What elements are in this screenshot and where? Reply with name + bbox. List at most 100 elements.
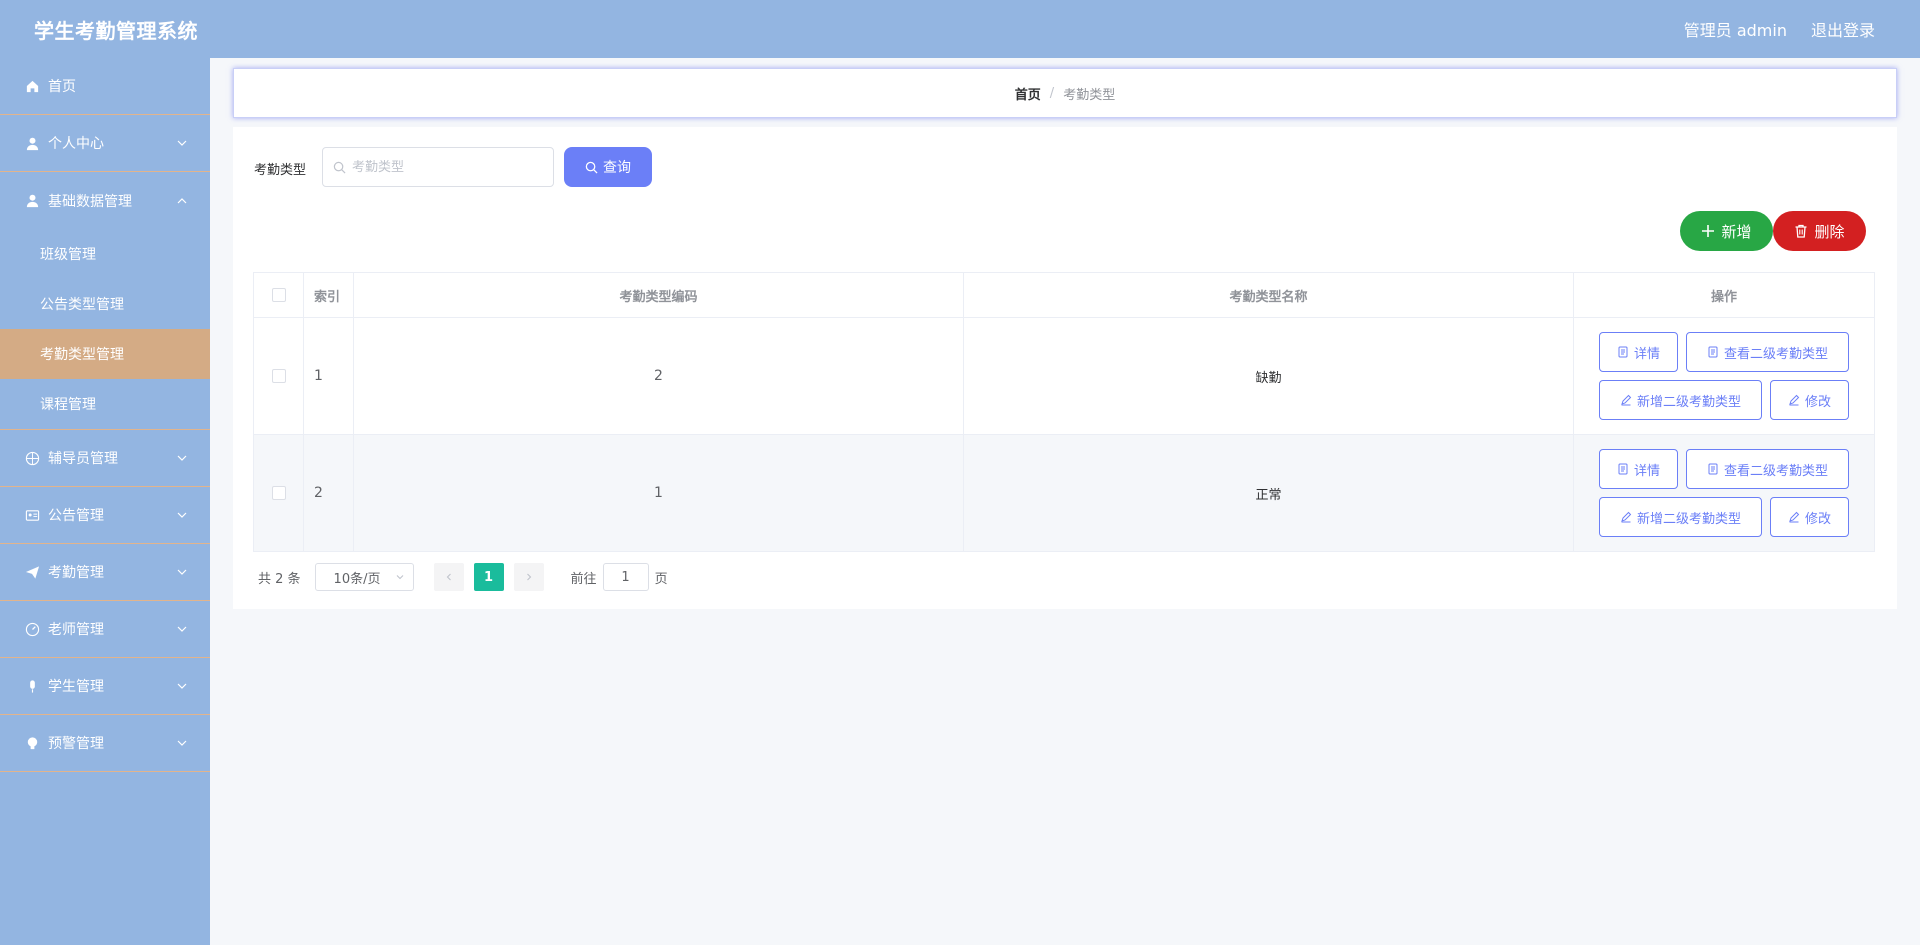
query-button-label: 查询 — [603, 160, 631, 176]
sidebar-item-label: 学生管理 — [48, 679, 104, 695]
page-jump-suffix: 页 — [654, 571, 668, 587]
lightbulb-icon — [24, 735, 40, 751]
main-panel: 考勤类型 查询 新增 删除 索引 考勤类型编码 考勤类型名称 操作 1 2 缺勤 — [233, 127, 1897, 609]
sidebar: 首页 个人中心 基础数据管理 班级管理 公告类型管理 考勤类型管理 课程管理 辅… — [0, 58, 210, 945]
row-actions: 详情 查看二级考勤类型 新增二级考勤类型 修改 — [1599, 332, 1849, 420]
page-jump-input[interactable]: 1 — [602, 563, 649, 591]
sidebar-item-personal[interactable]: 个人中心 — [0, 115, 210, 172]
header-name: 考勤类型名称 — [964, 273, 1574, 317]
chevron-down-icon — [176, 509, 188, 521]
pencil-icon — [1789, 394, 1800, 406]
pagination-total: 共 2 条 — [258, 571, 301, 587]
user-icon — [24, 193, 40, 209]
sidebar-item-notice[interactable]: 公告管理 — [0, 487, 210, 544]
logout-link[interactable]: 退出登录 — [1811, 17, 1875, 41]
add-button[interactable]: 新增 — [1680, 211, 1773, 251]
select-all-checkbox[interactable] — [271, 288, 286, 302]
id-card-icon — [24, 507, 40, 523]
breadcrumb-separator: / — [1049, 85, 1055, 101]
next-page-button[interactable] — [513, 563, 544, 591]
table-row: 1 2 缺勤 详情 查看二级考勤类型 新增二级考勤类型 修改 — [254, 318, 1874, 435]
chevron-up-icon — [176, 195, 188, 207]
detail-button[interactable]: 详情 — [1599, 449, 1678, 489]
chevron-down-icon — [176, 737, 188, 749]
pencil-icon — [1621, 511, 1632, 523]
sidebar-item-class[interactable]: 班级管理 — [0, 229, 210, 279]
prev-page-button[interactable] — [433, 563, 464, 591]
row-checkbox[interactable] — [271, 369, 286, 383]
sidebar-item-attendance-type[interactable]: 考勤类型管理 — [0, 329, 210, 379]
search-input[interactable] — [352, 159, 542, 175]
add-sub-type-button[interactable]: 新增二级考勤类型 — [1599, 380, 1762, 420]
document-icon — [1708, 346, 1718, 358]
breadcrumb: 首页 / 考勤类型 — [233, 68, 1897, 118]
view-sub-type-button[interactable]: 查看二级考勤类型 — [1686, 449, 1849, 489]
search-icon — [585, 161, 598, 174]
query-button[interactable]: 查询 — [564, 147, 652, 187]
sidebar-item-student[interactable]: 学生管理 — [0, 658, 210, 715]
cell-name: 正常 — [964, 435, 1574, 551]
plus-icon — [1702, 225, 1715, 237]
sidebar-item-teacher[interactable]: 老师管理 — [0, 601, 210, 658]
submenu-basic-data: 基础数据管理 班级管理 公告类型管理 考勤类型管理 课程管理 — [0, 172, 210, 430]
sidebar-item-label: 基础数据管理 — [48, 193, 132, 210]
cell-name: 缺勤 — [964, 318, 1574, 434]
edit-button[interactable]: 修改 — [1770, 497, 1849, 537]
sidebar-item-course[interactable]: 课程管理 — [0, 379, 210, 429]
sidebar-item-basic-data[interactable]: 基础数据管理 — [0, 172, 210, 229]
header-ops: 操作 — [1710, 289, 1737, 305]
add-sub-type-button[interactable]: 新增二级考勤类型 — [1599, 497, 1762, 537]
sidebar-item-attendance[interactable]: 考勤管理 — [0, 544, 210, 601]
sidebar-item-notice-type[interactable]: 公告类型管理 — [0, 279, 210, 329]
cell-code: 1 — [354, 435, 964, 551]
data-table: 索引 考勤类型编码 考勤类型名称 操作 1 2 缺勤 详情 查看二级考勤类型 新… — [253, 272, 1875, 552]
chevron-right-icon — [526, 573, 531, 581]
delete-button[interactable]: 删除 — [1773, 211, 1866, 251]
search-label: 考勤类型 — [254, 163, 307, 178]
compass-icon — [24, 450, 40, 466]
search-field[interactable] — [322, 147, 554, 187]
cell-index: 2 — [304, 435, 354, 551]
table-header-row: 索引 考勤类型编码 考勤类型名称 操作 — [254, 273, 1874, 318]
pagination: 共 2 条 10条/页 1 前往 1 页 — [258, 563, 668, 591]
sidebar-item-warning[interactable]: 预警管理 — [0, 715, 210, 772]
chevron-down-icon — [396, 575, 403, 580]
detail-button[interactable]: 详情 — [1599, 332, 1678, 372]
view-sub-type-button[interactable]: 查看二级考勤类型 — [1686, 332, 1849, 372]
sidebar-item-label: 预警管理 — [48, 736, 104, 752]
document-icon — [1618, 346, 1628, 358]
add-button-label: 新增 — [1721, 222, 1752, 241]
delete-button-label: 删除 — [1814, 222, 1845, 241]
header-right: 管理员 admin 退出登录 — [1684, 17, 1875, 41]
sidebar-item-label: 考勤管理 — [48, 565, 104, 581]
pencil-icon — [1789, 511, 1800, 523]
page-size-value: 10条/页 — [333, 571, 381, 587]
row-actions: 详情 查看二级考勤类型 新增二级考勤类型 修改 — [1599, 449, 1849, 537]
sidebar-item-counselor[interactable]: 辅导员管理 — [0, 430, 210, 487]
top-header: 学生考勤管理系统 管理员 admin 退出登录 — [0, 0, 1920, 58]
home-icon — [24, 78, 40, 94]
document-icon — [1618, 463, 1628, 475]
sidebar-item-label: 个人中心 — [48, 136, 104, 152]
page-jump: 前往 1 页 — [571, 563, 668, 591]
breadcrumb-home[interactable]: 首页 — [1015, 84, 1041, 103]
cell-index: 1 — [304, 318, 354, 434]
header-index: 索引 — [304, 273, 354, 317]
sidebar-item-label: 老师管理 — [48, 622, 104, 638]
page-size-select[interactable]: 10条/页 — [314, 563, 414, 591]
sidebar-item-home[interactable]: 首页 — [0, 58, 210, 115]
microphone-icon — [24, 678, 40, 694]
chevron-down-icon — [176, 680, 188, 692]
paper-plane-icon — [24, 564, 40, 580]
chevron-down-icon — [176, 452, 188, 464]
sidebar-item-label: 公告管理 — [48, 508, 104, 524]
cell-code: 2 — [354, 318, 964, 434]
page-number-current[interactable]: 1 — [473, 563, 504, 591]
edit-button[interactable]: 修改 — [1770, 380, 1849, 420]
chevron-down-icon — [176, 623, 188, 635]
current-user: 管理员 admin — [1683, 21, 1787, 40]
sidebar-item-label: 首页 — [48, 79, 76, 95]
row-checkbox[interactable] — [271, 486, 286, 500]
search-icon — [333, 161, 346, 173]
app-title: 学生考勤管理系统 — [34, 18, 198, 43]
